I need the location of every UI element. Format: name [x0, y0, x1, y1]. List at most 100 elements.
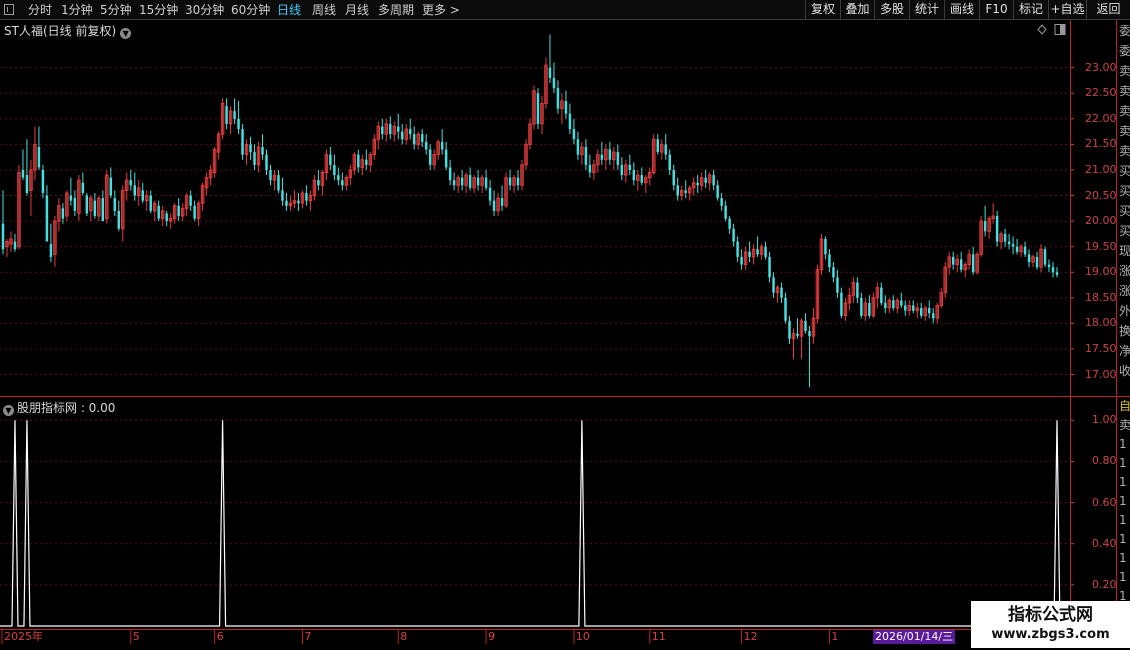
candle-body	[109, 177, 113, 196]
candle	[967, 249, 971, 270]
candle	[265, 149, 268, 176]
candle-body	[237, 118, 240, 130]
chevron-down-icon[interactable]: ▼	[120, 28, 132, 39]
price-tick-label: 20.50	[1085, 188, 1117, 202]
candle	[440, 129, 444, 155]
candle	[212, 146, 217, 178]
candle-body	[656, 139, 659, 153]
candle	[608, 141, 612, 165]
candle	[632, 162, 636, 186]
candle	[376, 121, 381, 150]
candle	[983, 205, 987, 237]
candle	[568, 103, 572, 135]
candle-body	[401, 131, 404, 140]
watermark-logo: 指标公式网 www.zbgs3.com	[971, 601, 1130, 648]
candle-body	[576, 139, 580, 155]
candle	[117, 200, 121, 232]
candle-body	[85, 195, 89, 214]
price-tick-label: 23.00	[1085, 60, 1117, 74]
candle	[297, 192, 300, 211]
candle	[500, 185, 504, 211]
candle-body	[720, 198, 723, 206]
candle-body	[41, 169, 45, 193]
candle-body	[740, 256, 743, 265]
candle-body	[1027, 254, 1031, 263]
candle-body	[484, 177, 488, 188]
candle	[61, 203, 65, 224]
candle-body	[428, 149, 432, 165]
candle	[1043, 246, 1047, 268]
candle-body	[397, 126, 400, 132]
candle	[1007, 233, 1011, 250]
candle	[129, 169, 132, 191]
candle	[780, 282, 783, 303]
candle-body	[189, 195, 192, 206]
candle-body	[21, 169, 25, 178]
indicator-tick-label: 0.20	[1092, 577, 1117, 591]
candle	[931, 308, 935, 324]
panel-toggle-icons[interactable]	[1036, 23, 1066, 35]
candle	[436, 139, 440, 160]
candle	[492, 190, 496, 216]
right-panel-label: 收	[1119, 364, 1130, 378]
chart-title: ST人福(日线 前复权) ▼	[4, 22, 132, 39]
kline-chart[interactable]	[0, 0, 1130, 650]
candle	[137, 180, 141, 206]
candle-body	[193, 205, 196, 219]
candle	[360, 154, 365, 176]
right-panel-label: 自	[1119, 399, 1130, 413]
candle	[1003, 228, 1007, 247]
price-tick-label: 22.50	[1085, 86, 1117, 100]
candle	[920, 302, 923, 319]
candle-body	[1015, 246, 1019, 252]
right-panel-label: 卖	[1119, 144, 1130, 158]
right-panel-label: 买	[1119, 164, 1130, 178]
candle	[560, 93, 564, 124]
candle	[728, 216, 731, 234]
candle-body	[616, 152, 620, 165]
candle	[951, 251, 955, 270]
candle	[1015, 239, 1019, 255]
chart-title-text: ST人福(日线 前复权)	[4, 24, 117, 38]
candle	[73, 190, 77, 216]
candle-body	[133, 185, 136, 196]
candle-body	[788, 320, 791, 339]
right-panel-label: 1	[1119, 532, 1127, 546]
candle-body	[951, 256, 955, 265]
right-panel-label: 卖	[1119, 418, 1130, 432]
candle	[184, 192, 189, 216]
candle	[69, 177, 73, 206]
candle	[348, 164, 353, 186]
candle	[160, 205, 165, 227]
candle	[604, 144, 608, 170]
candle	[512, 175, 516, 193]
candle-body	[664, 144, 667, 155]
candle	[644, 175, 648, 193]
candle-body	[716, 185, 719, 199]
candle	[915, 302, 920, 319]
candle	[324, 149, 329, 181]
candle	[428, 144, 432, 170]
candle	[341, 172, 344, 191]
candle	[157, 200, 160, 222]
candle	[253, 144, 256, 170]
candle	[791, 328, 796, 360]
chevron-down-icon[interactable]: ▼	[3, 405, 14, 416]
date-tick-label: 12	[743, 630, 758, 643]
candle	[524, 139, 528, 170]
candle-body	[440, 141, 444, 150]
candle	[488, 180, 492, 206]
candle	[216, 131, 221, 160]
right-panel-label: 净	[1119, 344, 1130, 358]
price-tick-label: 18.00	[1085, 316, 1117, 330]
candle	[277, 169, 280, 193]
price-tick-label: 22.00	[1085, 111, 1117, 125]
candle-body	[588, 164, 592, 173]
candle-body	[281, 190, 284, 201]
candle	[308, 190, 313, 211]
candle	[389, 116, 392, 140]
candle	[344, 175, 349, 191]
candle	[404, 123, 408, 145]
candle-body	[748, 251, 751, 257]
candle-body	[628, 164, 632, 170]
